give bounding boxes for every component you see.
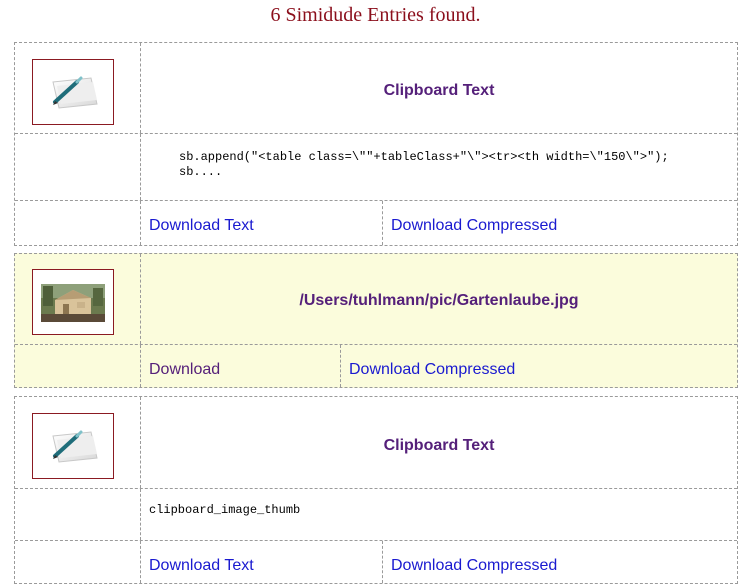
entry-title: Clipboard Text [383, 437, 495, 454]
entry-actions-row: Download Text Download Compressed [15, 540, 737, 583]
thumbnail-cell [15, 254, 140, 344]
download-link[interactable]: Download [149, 361, 220, 379]
entry-title: Clipboard Text [383, 82, 495, 99]
entry-title: /Users/tuhlmann/pic/Gartenlaube.jpg [299, 292, 579, 309]
content-cell: sb.append("<table class=\""+tableClass+"… [140, 134, 737, 200]
clipboard-pen-icon [52, 76, 98, 109]
entry-actions-row: Download Download Compressed [15, 344, 737, 387]
clipboard-snippet-line1: sb.append("<table class=\""+tableClass+"… [179, 150, 669, 164]
entry-clipboard-text-2: Clipboard Text clipboard_image_thumb Dow… [14, 396, 738, 584]
thumbnail-cell [15, 43, 140, 133]
entry-image-file: /Users/tuhlmann/pic/Gartenlaube.jpg Down… [14, 253, 738, 388]
actions-left-cell [15, 541, 140, 583]
actions-left-cell [15, 345, 140, 387]
image-thumbnail[interactable] [32, 269, 114, 335]
clipboard-snippet-line2: sb.... [179, 165, 223, 179]
title-cell: Clipboard Text [140, 397, 737, 488]
download-text-link[interactable]: Download Text [149, 557, 254, 575]
download-cell: Download [140, 345, 340, 387]
content-cell: clipboard_image_thumb [140, 489, 737, 540]
download-cell: Download Text [140, 541, 382, 583]
garden-shed-photo [41, 284, 105, 322]
compressed-cell: Download Compressed [382, 541, 737, 583]
compressed-cell: Download Compressed [382, 201, 737, 245]
entry-header-row: Clipboard Text [15, 397, 737, 488]
title-cell: /Users/tuhlmann/pic/Gartenlaube.jpg [140, 254, 737, 344]
entry-header-row: Clipboard Text [15, 43, 737, 133]
thumbnail-cell [15, 397, 140, 488]
content-left-cell [15, 134, 140, 200]
entry-content-row: clipboard_image_thumb [15, 488, 737, 540]
clipboard-pen-icon [52, 430, 98, 463]
entry-header-row: /Users/tuhlmann/pic/Gartenlaube.jpg [15, 254, 737, 344]
entry-content-row: sb.append("<table class=\""+tableClass+"… [15, 133, 737, 200]
entry-actions-row: Download Text Download Compressed [15, 200, 737, 245]
download-compressed-link[interactable]: Download Compressed [391, 217, 557, 235]
clipboard-thumbnail[interactable] [32, 59, 114, 125]
results-heading: 6 Simidude Entries found. [270, 4, 481, 26]
compressed-cell: Download Compressed [340, 345, 737, 387]
clipboard-thumbnail[interactable] [32, 413, 114, 479]
entry-clipboard-text-1: Clipboard Text sb.append("<table class=\… [14, 42, 738, 246]
content-left-cell [15, 489, 140, 540]
download-text-link[interactable]: Download Text [149, 217, 254, 235]
download-compressed-link[interactable]: Download Compressed [349, 361, 515, 379]
download-cell: Download Text [140, 201, 382, 245]
download-compressed-link[interactable]: Download Compressed [391, 557, 557, 575]
clipboard-snippet: clipboard_image_thumb [149, 503, 301, 517]
title-cell: Clipboard Text [140, 43, 737, 133]
actions-left-cell [15, 201, 140, 245]
